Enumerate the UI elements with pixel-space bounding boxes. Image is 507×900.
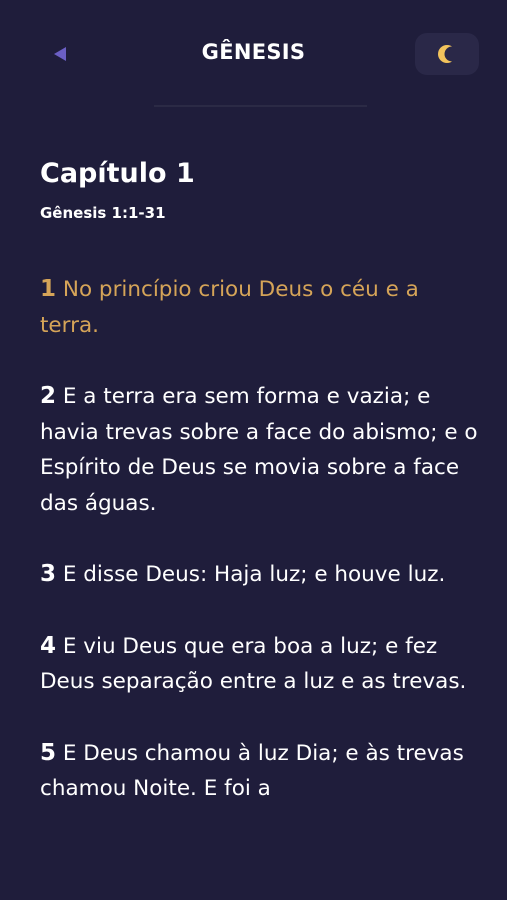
theme-toggle-button[interactable] — [415, 33, 479, 75]
verse-text: E disse Deus: Haja luz; e houve luz. — [62, 562, 446, 587]
verse-number: 3 — [40, 561, 57, 587]
verse-4[interactable]: 4 E viu Deus que era boa a luz; e fez De… — [40, 629, 480, 700]
moon-icon — [438, 45, 457, 63]
verse-number: 4 — [40, 632, 57, 659]
verse-number: 5 — [40, 739, 57, 766]
verses-list: 1 No princípio criou Deus o céu e a terr… — [40, 272, 480, 843]
verse-5[interactable]: 5 E Deus chamou à luz Dia; e às trevas c… — [40, 736, 480, 807]
verse-2[interactable]: 2 E a terra era sem forma e vazia; e hav… — [40, 379, 480, 521]
verse-number: 2 — [40, 383, 57, 409]
verse-text: E viu Deus que era boa a luz; e fez Deus… — [40, 633, 467, 695]
verse-number: 1 — [40, 276, 57, 302]
header-bar: GÊNESIS — [0, 0, 507, 108]
verse-text: E a terra era sem forma e vazia; e havia… — [40, 384, 478, 516]
verse-3[interactable]: 3 E disse Deus: Haja luz; e houve luz. — [40, 557, 480, 593]
header-divider — [154, 105, 367, 107]
chapter-reference: Gênesis 1:1-31 — [40, 204, 166, 222]
verse-1[interactable]: 1 No princípio criou Deus o céu e a terr… — [40, 272, 480, 343]
chapter-title: Capítulo 1 — [40, 158, 195, 189]
verse-text: No princípio criou Deus o céu e a terra. — [40, 277, 419, 338]
verse-text: E Deus chamou à luz Dia; e às trevas cha… — [40, 740, 464, 802]
